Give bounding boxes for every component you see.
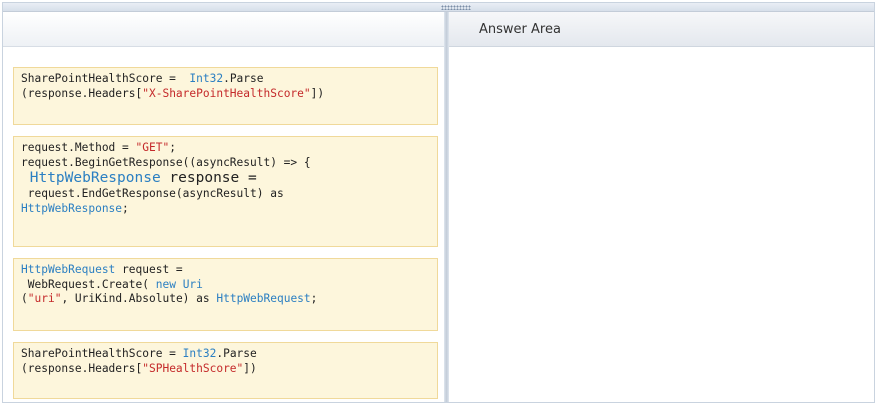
code-line: (response.Headers["SPHealthScore"]) — [21, 362, 430, 377]
code-line: request.BeginGetResponse((asyncResult) =… — [21, 156, 430, 171]
code-token: ]) — [243, 361, 257, 375]
resize-grip-icon[interactable] — [441, 5, 471, 10]
code-token: (response.Headers[ — [21, 361, 143, 375]
drag-drop-window: Answer Area SharePointHealthScore = Int3… — [2, 2, 875, 403]
code-token: (response.Headers[ — [21, 86, 143, 100]
code-snippet-begin-get-response[interactable]: request.Method = "GET"; request.BeginGetR… — [13, 136, 438, 247]
answer-area-header: Answer Area — [449, 12, 874, 47]
code-token: "uri" — [27, 292, 62, 305]
code-token: ; — [122, 201, 129, 215]
code-line: (response.Headers["X-SharePointHealthSco… — [21, 87, 430, 102]
code-token: "X-SharePointHealthScore" — [142, 86, 311, 100]
code-token: HttpWebResponse — [21, 201, 123, 215]
code-token: ]) — [310, 86, 325, 100]
code-token: WebRequest.Create( — [21, 277, 156, 291]
answer-area-dropzone[interactable] — [449, 47, 874, 402]
code-line: HttpWebResponse; — [21, 202, 430, 217]
code-snippet-sp-health-score[interactable]: SharePointHealthScore = Int32.Parse (resp… — [13, 342, 438, 399]
code-token: HttpWebResponse — [21, 170, 161, 186]
code-token: HttpWebRequest — [21, 263, 116, 276]
code-snippet-x-sharepoint-health-score[interactable]: SharePointHealthScore = Int32.Parse (resp… — [13, 67, 438, 125]
code-token: HttpWebRequest — [216, 292, 311, 305]
title-bar — [3, 3, 874, 12]
code-line: request.EndGetResponse(asyncResult) as — [21, 187, 430, 202]
code-token: Int32 — [189, 72, 224, 85]
code-token: .Parse — [216, 347, 257, 360]
code-token: Uri — [182, 277, 203, 291]
answer-area-title: Answer Area — [479, 22, 561, 37]
code-token: "GET" — [135, 141, 170, 154]
code-line: SharePointHealthScore = Int32.Parse — [21, 347, 430, 362]
code-token: response = — [160, 170, 257, 186]
code-token: request.Method = — [21, 141, 136, 154]
code-token: .Parse — [223, 72, 264, 85]
code-token: SharePointHealthScore = — [21, 347, 183, 360]
code-token: ; — [169, 141, 176, 154]
code-token: request.EndGetResponse(asyncResult) as — [21, 187, 284, 200]
code-token: ( — [21, 292, 28, 305]
code-line: HttpWebRequest request = — [21, 263, 430, 278]
code-token: "SPHealthScore" — [142, 361, 244, 375]
code-token: new — [155, 277, 176, 291]
source-panel-header — [3, 12, 444, 47]
code-line: ("uri", UriKind.Absolute) as HttpWebRequ… — [21, 292, 430, 307]
code-token: request.BeginGetResponse((asyncResult) =… — [21, 155, 311, 169]
code-line: HttpWebResponse response = — [21, 170, 430, 187]
code-token: SharePointHealthScore = — [21, 72, 190, 85]
code-line: request.Method = "GET"; — [21, 141, 430, 156]
code-line: SharePointHealthScore = Int32.Parse — [21, 72, 430, 87]
code-snippet-create-web-request[interactable]: HttpWebRequest request = WebRequest.Crea… — [13, 258, 438, 331]
code-token: request = — [115, 263, 183, 276]
code-token: ; — [310, 292, 318, 305]
code-token: Int32 — [182, 347, 217, 360]
code-token: , UriKind.Absolute) as — [61, 292, 217, 305]
code-line: WebRequest.Create( new Uri — [21, 278, 430, 293]
